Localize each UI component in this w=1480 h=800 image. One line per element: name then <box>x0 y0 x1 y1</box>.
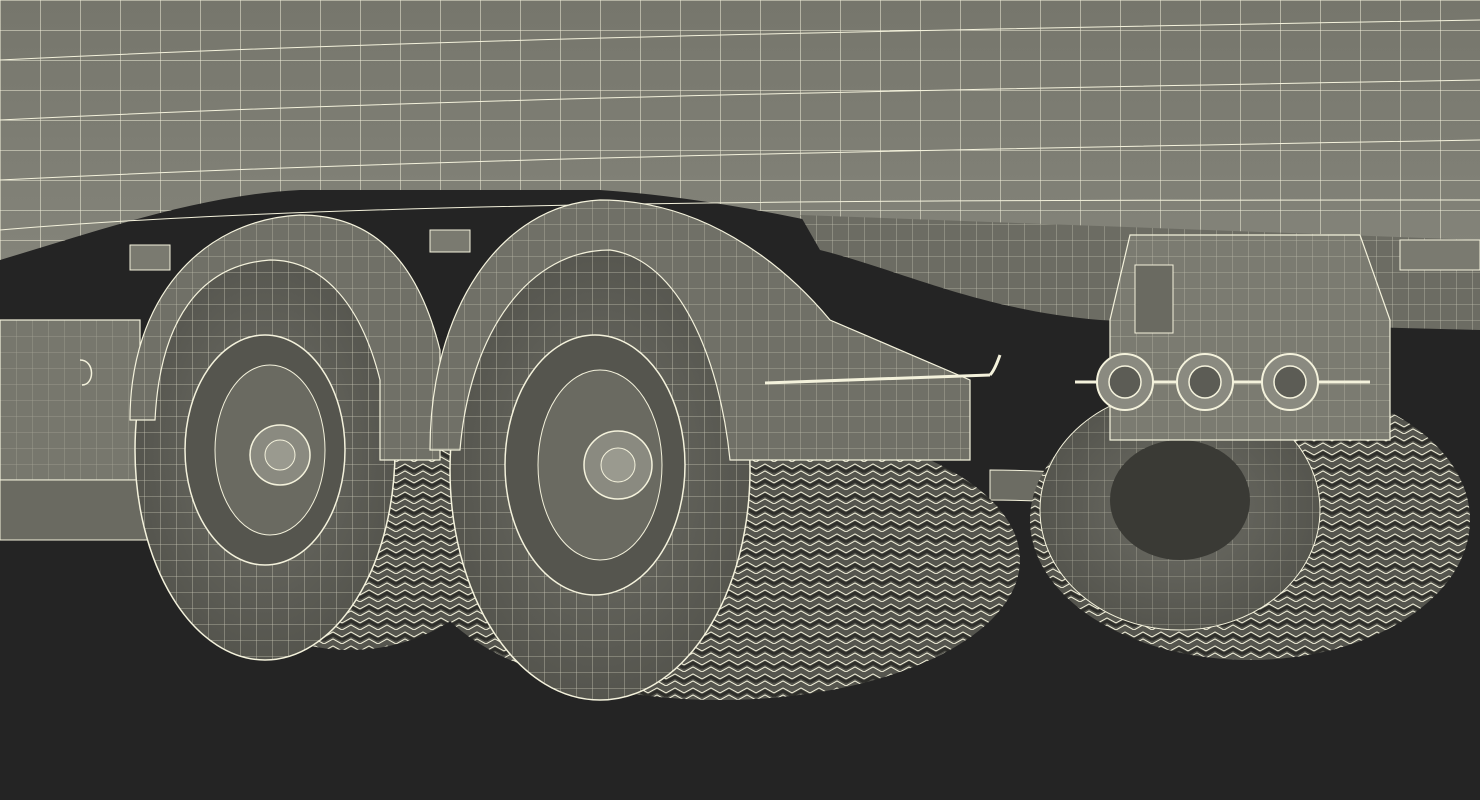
tail-light-2 <box>1176 353 1234 411</box>
wireframe-render <box>0 0 1480 701</box>
tail-light-3 <box>1261 353 1319 411</box>
tail-light-1 <box>1096 353 1154 411</box>
side-toolbox <box>0 319 151 541</box>
